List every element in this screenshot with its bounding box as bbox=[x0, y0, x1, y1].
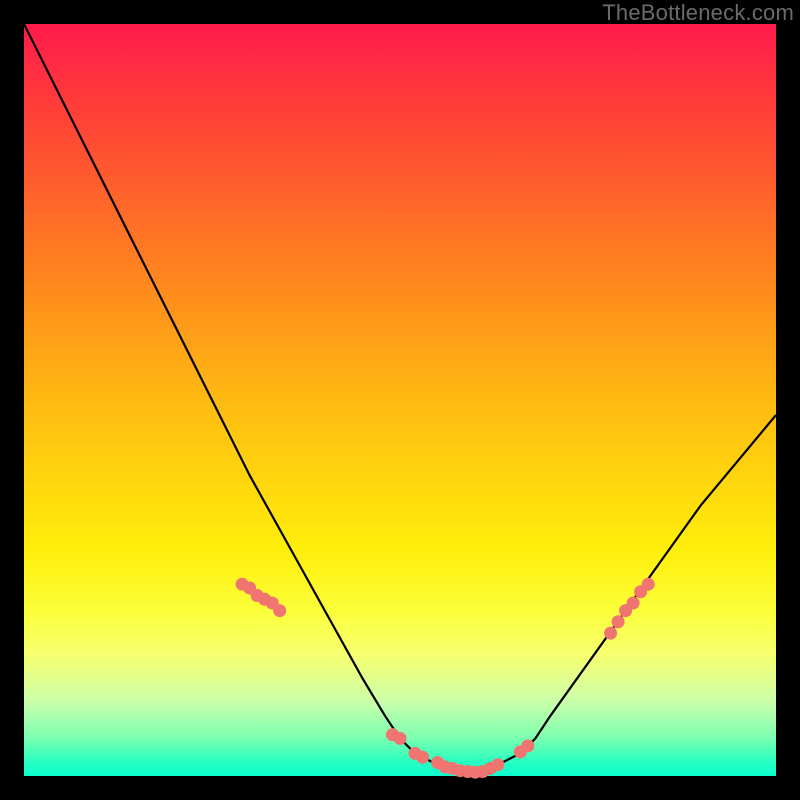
highlight-dot bbox=[627, 597, 640, 610]
highlight-dot bbox=[273, 604, 286, 617]
bottleneck-curve-path bbox=[24, 24, 776, 772]
chart-frame bbox=[24, 24, 776, 776]
highlight-dot bbox=[612, 615, 625, 628]
bottleneck-curve bbox=[24, 24, 776, 772]
highlight-dot bbox=[491, 758, 504, 771]
chart-svg bbox=[24, 24, 776, 776]
highlight-dot bbox=[642, 578, 655, 591]
near-optimal-dots bbox=[236, 578, 655, 779]
highlight-dot bbox=[394, 732, 407, 745]
watermark-text: TheBottleneck.com bbox=[602, 0, 794, 26]
highlight-dot bbox=[521, 739, 534, 752]
highlight-dot bbox=[416, 751, 429, 764]
highlight-dot bbox=[604, 627, 617, 640]
